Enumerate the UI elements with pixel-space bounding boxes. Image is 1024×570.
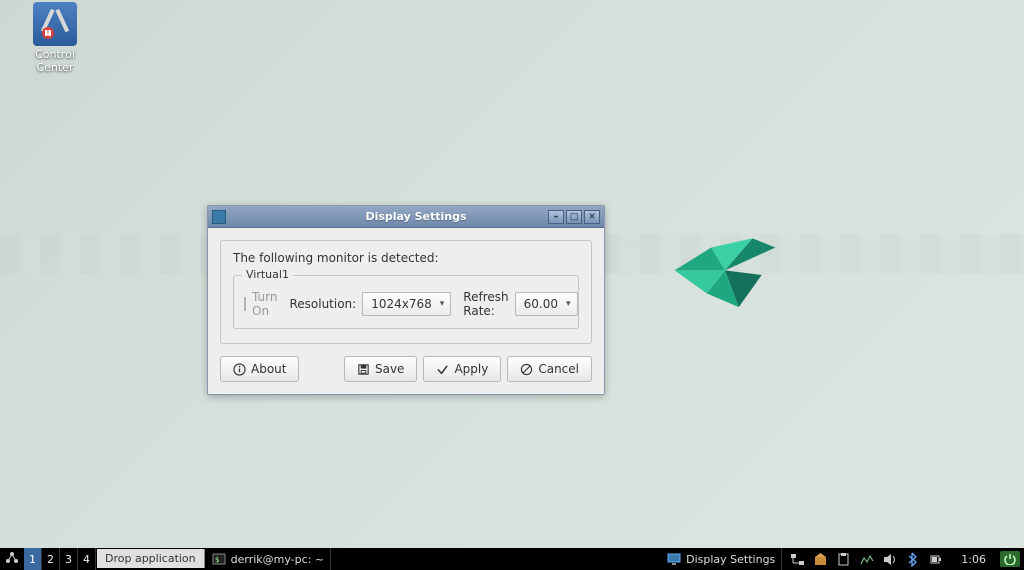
window-maximize-button[interactable]: □ [566,210,582,224]
updates-icon[interactable] [813,552,828,567]
clipboard-icon[interactable] [836,552,851,567]
cancel-icon [520,363,533,376]
detection-message: The following monitor is detected: [233,251,579,265]
cancel-label: Cancel [538,362,579,376]
power-icon[interactable] [928,552,943,567]
monitor-frame: The following monitor is detected: Virtu… [220,240,592,344]
workspace-2[interactable]: 2 [42,548,60,570]
info-icon [233,363,246,376]
taskbar-item-terminal-label: derrik@my-pc: ~ [231,553,324,566]
taskbar-item-terminal[interactable]: $ derrik@my-pc: ~ [206,548,331,570]
window-body: The following monitor is detected: Virtu… [208,228,604,394]
desktop-icon-label: Control Center [15,48,95,74]
refresh-rate-combo[interactable]: 60.00 ▾ [515,292,578,316]
wallpaper-bird [670,220,780,330]
taskbar-spacer [331,548,661,570]
display-icon [667,552,681,566]
workspace-4[interactable]: 4 [78,548,96,570]
chevron-down-icon: ▾ [440,299,445,309]
drop-application-area[interactable]: Drop application [97,549,205,568]
titlebar[interactable]: Display Settings – □ ✕ [208,206,604,228]
cancel-button[interactable]: Cancel [507,356,592,382]
resolution-value: 1024x768 [371,297,432,311]
monitor-fieldset: Virtual1 Turn On Resolution: 1024x768 ▾ … [233,275,579,329]
refresh-rate-label: Refresh Rate: [463,290,508,318]
display-settings-window: Display Settings – □ ✕ The following mon… [207,205,605,395]
volume-icon[interactable] [882,552,897,567]
terminal-icon: $ [212,552,226,566]
about-button[interactable]: About [220,356,299,382]
logout-button[interactable] [996,548,1024,570]
resolution-label: Resolution: [289,297,356,311]
chevron-down-icon: ▾ [566,299,571,309]
network-icon[interactable] [790,552,805,567]
network-manager-icon[interactable] [859,552,874,567]
bluetooth-icon[interactable] [905,552,920,567]
refresh-rate-value: 60.00 [524,297,558,311]
workspace-1[interactable]: 1 [24,548,42,570]
logout-icon [1000,551,1020,567]
save-icon [357,363,370,376]
window-minimize-button[interactable]: – [548,210,564,224]
taskbar-item-display-label: Display Settings [686,553,775,566]
save-label: Save [375,362,404,376]
window-app-icon [212,210,226,224]
turn-on-checkbox[interactable] [244,297,246,311]
window-title: Display Settings [286,210,546,223]
resolution-combo[interactable]: 1024x768 ▾ [362,292,451,316]
monitor-name: Virtual1 [242,268,293,281]
desktop-icon-control-center[interactable]: ! Control Center [15,2,95,74]
control-center-icon: ! [33,2,77,46]
workspace-3[interactable]: 3 [60,548,78,570]
menu-button[interactable] [0,548,24,570]
apply-label: Apply [454,362,488,376]
svg-text:$: $ [215,556,219,564]
about-label: About [251,362,286,376]
menu-icon [4,551,20,567]
taskbar-item-display-settings[interactable]: Display Settings [661,548,782,570]
svg-text:!: ! [46,29,49,38]
taskbar: 1 2 3 4 Drop application $ derrik@my-pc:… [0,548,1024,570]
system-tray [782,548,951,570]
clock[interactable]: 1:06 [951,548,996,570]
check-icon [436,363,449,376]
window-close-button[interactable]: ✕ [584,210,600,224]
apply-button[interactable]: Apply [423,356,501,382]
turn-on-label: Turn On [252,290,277,318]
save-button[interactable]: Save [344,356,417,382]
